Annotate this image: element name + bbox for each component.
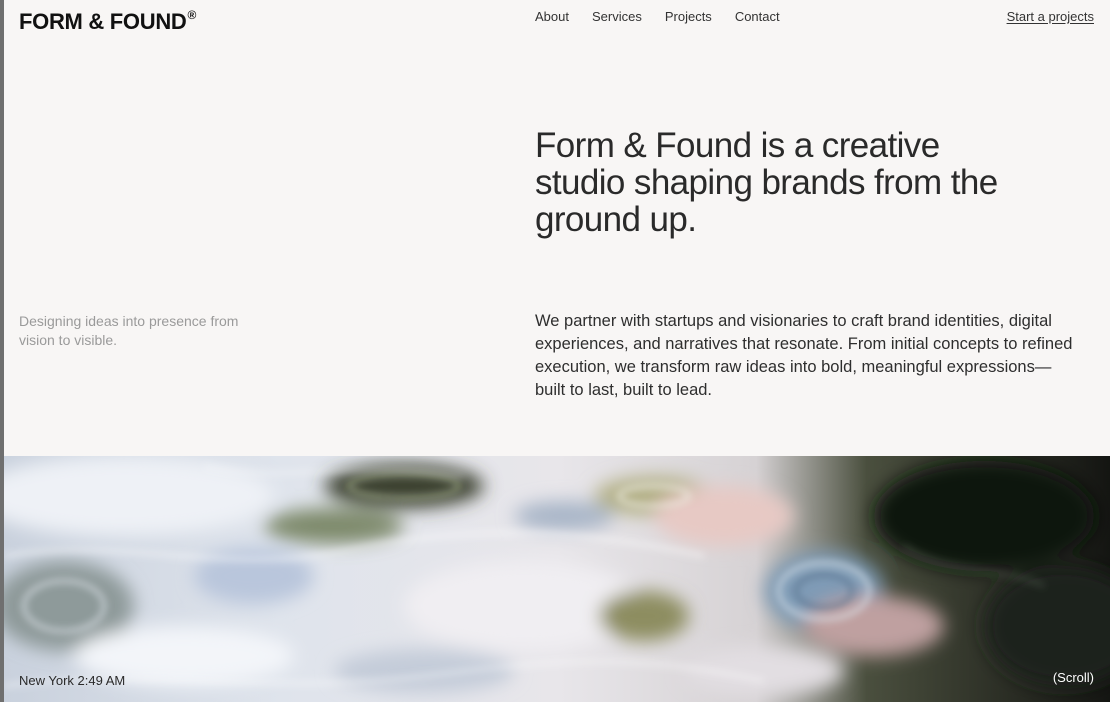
hero-headline: Form & Found is a creative studio shapin… [535, 126, 998, 239]
studio-tagline: Designing ideas into presence from visio… [19, 313, 239, 348]
page: FORM & FOUND® About Services Projects Co… [4, 0, 1110, 702]
registered-mark-icon: ® [187, 7, 197, 22]
nav-link-contact[interactable]: Contact [735, 9, 780, 24]
studio-description: We partner with startups and visionaries… [535, 312, 1073, 399]
nav-link-about[interactable]: About [535, 9, 569, 24]
water-ripple-image [4, 456, 1110, 702]
logo-text: FORM & FOUND [19, 9, 187, 34]
hero-image [4, 456, 1110, 702]
scroll-hint[interactable]: (Scroll) [1053, 670, 1094, 685]
location-clock: New York 2:49 AM [19, 673, 126, 688]
start-project-link[interactable]: Start a projects [1007, 9, 1094, 24]
nav-link-services[interactable]: Services [592, 9, 642, 24]
main-nav: About Services Projects Contact [535, 9, 780, 24]
brand-logo[interactable]: FORM & FOUND® [19, 7, 197, 35]
nav-link-projects[interactable]: Projects [665, 9, 712, 24]
